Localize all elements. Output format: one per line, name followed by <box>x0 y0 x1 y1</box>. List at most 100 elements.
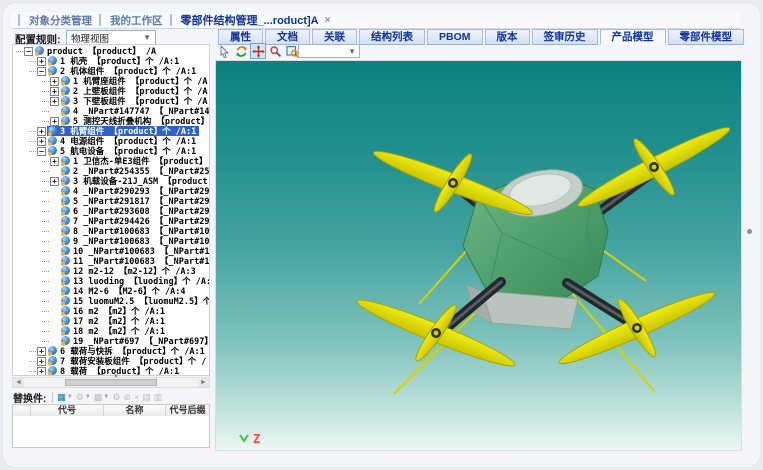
pan-view-icon[interactable] <box>250 43 266 59</box>
detail-tab[interactable]: 零部件模型 <box>668 29 745 45</box>
tree-expander-icon[interactable]: + <box>37 367 46 376</box>
tree-connector <box>29 351 36 352</box>
chevron-down-icon: ▼ <box>348 47 356 56</box>
tree-expander-icon[interactable]: + <box>50 117 59 126</box>
scrollbar-thumb[interactable] <box>65 379 157 386</box>
detail-tab[interactable]: 关联 <box>312 29 357 45</box>
icon-glyph: ▤ <box>142 391 151 403</box>
viewer-config-select[interactable]: ▼ <box>298 44 360 58</box>
workspace-tab-bar: 对象分类管理 我的工作区 零部件结构管理_...roduct]A × <box>11 12 740 29</box>
part-icon <box>48 366 58 376</box>
part-icon <box>61 326 71 336</box>
workspace-tab[interactable]: 对象分类管理 <box>29 13 92 28</box>
tree-item[interactable]: +8 载荷 【product】个 /A:1 <box>13 366 209 376</box>
part-icon <box>61 276 71 286</box>
replace-table-body[interactable] <box>12 416 210 448</box>
stamp-icon: ▩▼ <box>94 391 109 403</box>
tree-expander-icon[interactable]: + <box>50 177 59 186</box>
block-icon: ⊘ <box>123 391 131 403</box>
tree-item-label: 8 载荷 【product】个 /A:1 <box>60 365 179 376</box>
panel-collapse-icon[interactable]: ▼ <box>113 374 119 380</box>
replace-list-icon[interactable]: ▦▼ <box>57 391 72 403</box>
detail-tab[interactable]: 结构列表 <box>359 29 425 45</box>
tree-expander-icon[interactable]: + <box>50 97 59 106</box>
splitter-handle[interactable] <box>747 229 752 234</box>
workspace-tab[interactable]: 零部件结构管理_...roduct]A <box>181 12 319 28</box>
workspace-tab[interactable]: 我的工作区 <box>110 13 163 28</box>
config-rule-select[interactable]: 物理视图 ▼ <box>66 30 156 45</box>
detail-tab[interactable]: 版本 <box>485 29 530 45</box>
chevron-down-icon: ▼ <box>103 391 109 403</box>
tab-separator <box>18 14 20 26</box>
table-column-header[interactable]: 代号 <box>31 405 104 416</box>
part-icon <box>48 66 58 76</box>
part-icon <box>61 176 71 186</box>
table-column-header[interactable]: 代号后缀 <box>166 405 209 416</box>
icon-glyph: ⚙ <box>112 391 120 403</box>
tree-connector <box>42 301 49 302</box>
tree-connector <box>42 291 49 292</box>
part-icon <box>48 346 58 356</box>
table-column-header[interactable] <box>13 405 31 416</box>
table-column-header[interactable]: 名称 <box>104 405 166 416</box>
detail-tab[interactable]: PBOM <box>427 29 483 45</box>
replace-parts-toolbar: 替换件: ▦▼ ⚙▼▩▼⚙⊘×▤▥ <box>13 390 165 404</box>
tree-connector <box>29 151 36 152</box>
window-card: 对象分类管理我的工作区零部件结构管理_...roduct]A× 配置规则: 物理… <box>2 2 761 468</box>
detail-tab[interactable]: 产品模型 <box>600 29 666 45</box>
delete-icon: × <box>134 391 139 403</box>
part-icon <box>61 256 71 266</box>
tree-connector <box>42 341 49 342</box>
tree-expander-icon[interactable]: − <box>37 147 46 156</box>
select-cursor-icon[interactable] <box>216 43 232 59</box>
part-icon <box>61 166 71 176</box>
scroll-left-icon[interactable]: ◄ <box>13 378 24 387</box>
tree-expander-icon[interactable]: + <box>37 347 46 356</box>
tree-expander-icon[interactable]: + <box>50 87 59 96</box>
tree-connector <box>42 161 49 162</box>
tree-connector <box>42 191 49 192</box>
part-icon <box>61 306 71 316</box>
tree-connector <box>42 241 49 242</box>
part-icon <box>48 56 58 66</box>
settings-icon: ⚙▼ <box>76 391 91 403</box>
tree-connector <box>29 141 36 142</box>
part-icon <box>61 116 71 126</box>
axis-indicator: Z <box>238 432 260 444</box>
part-icon <box>61 286 71 296</box>
tree-connector <box>42 331 49 332</box>
tree-connector <box>42 101 49 102</box>
drone-3d-model <box>216 61 742 451</box>
tree-connector <box>29 371 36 372</box>
zoom-view-icon[interactable] <box>267 43 283 59</box>
detail-tab[interactable]: 签审历史 <box>532 29 598 45</box>
part-icon <box>35 46 45 56</box>
tree-expander-icon[interactable]: − <box>37 67 46 76</box>
product-structure-tree: −product 【product】 /A+1 机壳 【product】个 /A… <box>12 44 210 376</box>
tree-expander-icon[interactable]: + <box>37 357 46 366</box>
tree-expander-icon[interactable]: − <box>24 47 33 56</box>
scroll-right-icon[interactable]: ► <box>198 378 209 387</box>
part-icon <box>48 136 58 146</box>
tree-connector <box>42 311 49 312</box>
tree-expander-icon[interactable]: + <box>50 157 59 166</box>
paste-icon: ▥ <box>154 391 163 403</box>
tree-hscrollbar[interactable]: ◄ ► <box>12 377 210 388</box>
part-icon <box>61 86 71 96</box>
replace-parts-label: 替换件: <box>13 390 46 405</box>
tree-connector <box>29 361 36 362</box>
rotate-view-icon[interactable] <box>233 43 249 59</box>
tree-expander-icon[interactable]: + <box>37 137 46 146</box>
tree-connector <box>42 251 49 252</box>
tree-expander-icon[interactable]: + <box>37 57 46 66</box>
tree-expander-icon[interactable]: + <box>37 127 46 136</box>
divider <box>52 392 53 403</box>
axis-z-label: Z <box>253 434 260 444</box>
close-icon[interactable]: × <box>325 15 331 26</box>
chevron-down-icon: ▼ <box>67 391 73 403</box>
tree-expander-icon[interactable]: + <box>50 77 59 86</box>
part-icon <box>61 96 71 106</box>
tab-separator <box>170 14 172 26</box>
tree-connector <box>29 61 36 62</box>
model-viewport[interactable]: Z <box>215 60 742 451</box>
